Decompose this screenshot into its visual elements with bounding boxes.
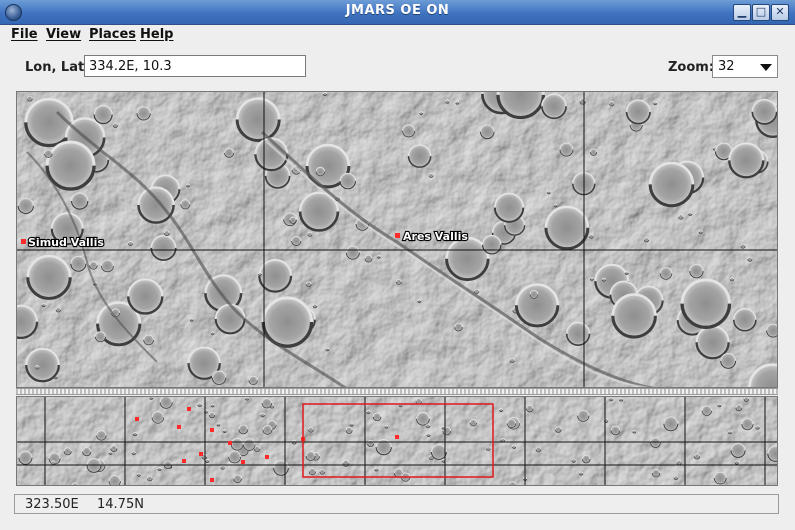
- lonlat-label: Lon, Lat:: [25, 60, 90, 75]
- overview-landmark-marker[interactable]: [182, 459, 186, 463]
- landmark-marker-ares[interactable]: [395, 233, 400, 238]
- menu-file[interactable]: File: [11, 27, 38, 42]
- overview-landmark-marker[interactable]: [135, 417, 139, 421]
- menu-view[interactable]: View: [46, 27, 81, 42]
- crater: [509, 481, 516, 485]
- lonlat-input[interactable]: 334.2E, 10.3: [84, 55, 306, 77]
- status-lat: 14.75N: [97, 497, 144, 512]
- overview-map-svg[interactable]: [17, 397, 778, 486]
- overview-map[interactable]: [16, 396, 778, 486]
- menu-places[interactable]: Places: [89, 27, 136, 42]
- overview-landmark-marker[interactable]: [199, 452, 203, 456]
- close-button[interactable]: ✕: [771, 4, 789, 21]
- main-map-view[interactable]: Simud Vallis Ares Vallis: [16, 91, 778, 388]
- zoom-value: 32: [718, 59, 735, 74]
- maximize-button[interactable]: □: [752, 4, 770, 21]
- overview-landmark-marker[interactable]: [265, 455, 269, 459]
- overview-landmark-marker[interactable]: [241, 460, 245, 464]
- landmark-label-ares[interactable]: Ares Vallis: [402, 229, 470, 244]
- window-title: JMARS OE ON: [345, 3, 450, 18]
- title-bar[interactable]: JMARS OE ON ▁ □ ✕: [0, 0, 795, 25]
- landmark-label-simud[interactable]: Simud Vallis: [27, 235, 106, 250]
- crater: [72, 482, 79, 485]
- overview-landmark-marker[interactable]: [228, 441, 232, 445]
- landmark-marker-simud[interactable]: [21, 239, 26, 244]
- status-lon: 323.50E: [25, 497, 79, 512]
- split-pane-divider[interactable]: [16, 388, 778, 395]
- minimize-button[interactable]: ▁: [733, 4, 751, 21]
- main-map-svg[interactable]: Simud Vallis Ares Vallis: [17, 92, 778, 388]
- zoom-select[interactable]: 32: [712, 55, 778, 78]
- overview-landmark-marker[interactable]: [187, 407, 191, 411]
- chevron-down-icon[interactable]: [760, 64, 772, 71]
- menu-help[interactable]: Help: [140, 27, 173, 42]
- overview-landmark-marker[interactable]: [210, 478, 214, 482]
- overview-landmark-marker[interactable]: [210, 428, 214, 432]
- menu-bar: File View Places Help: [0, 25, 795, 45]
- status-bar: 323.50E 14.75N: [14, 494, 779, 514]
- zoom-label: Zoom:: [668, 60, 715, 75]
- crater: [108, 475, 121, 485]
- overview-landmark-marker[interactable]: [395, 435, 399, 439]
- overview-landmark-marker[interactable]: [177, 425, 181, 429]
